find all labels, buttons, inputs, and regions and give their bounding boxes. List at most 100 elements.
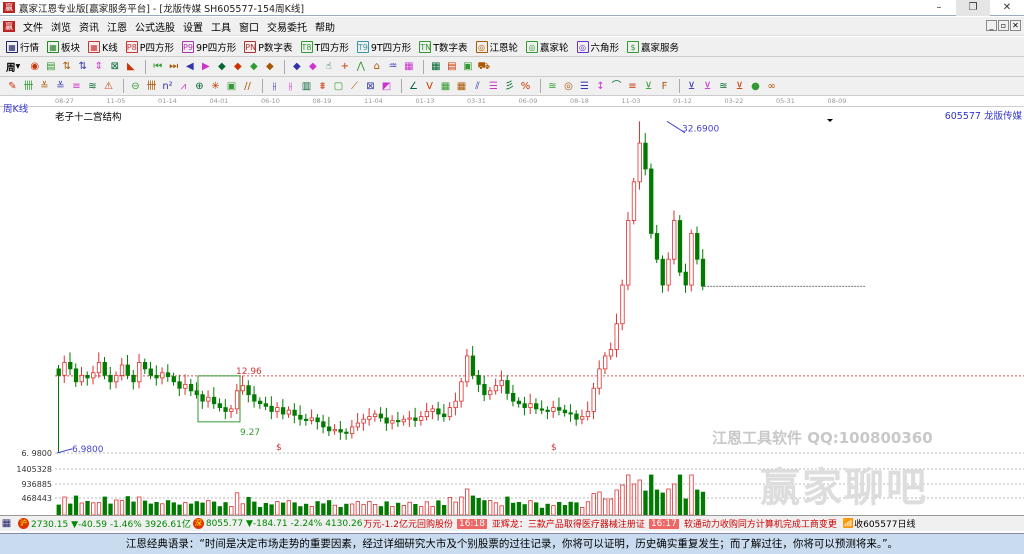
toolbar3-tool-39-icon[interactable]: ⊻: [685, 80, 698, 93]
menu-item-8[interactable]: 交易委托: [267, 23, 307, 34]
toolbar3-tool-41-icon[interactable]: ≊: [717, 80, 730, 93]
toolbar2-tool-1-icon[interactable]: ▤: [44, 60, 57, 73]
toolbar3-tool-1-icon[interactable]: 卌: [22, 80, 35, 93]
toolbar3-tool-24-icon[interactable]: V: [423, 80, 436, 93]
toolbar3-tool-11-icon[interactable]: ⊕: [193, 80, 206, 93]
toolbar3-tool-14-icon[interactable]: //: [241, 80, 254, 93]
toolbar3-tool-22-icon[interactable]: ◩: [380, 80, 393, 93]
toolbar3-tool-17-icon[interactable]: ▥: [300, 80, 313, 93]
toolbar3-tool-32-icon[interactable]: ◎: [562, 80, 575, 93]
toolbar2-tool-15-icon[interactable]: ◆: [290, 60, 303, 73]
toolbar-button-2[interactable]: ▦ K线: [88, 40, 118, 54]
toolbar3-tool-34-icon[interactable]: ↕: [594, 80, 607, 93]
toolbar3-tool-37-icon[interactable]: ⊻: [642, 80, 655, 93]
menu-item-9[interactable]: 帮助: [315, 23, 335, 34]
toolbar3-tool-35-icon[interactable]: ⌒: [610, 80, 623, 93]
toolbar2-tool-3-icon[interactable]: ⇅: [76, 60, 89, 73]
toolbar2-tool-9-icon[interactable]: ◀: [183, 60, 196, 73]
toolbar2-tool-11-icon[interactable]: ◆: [215, 60, 228, 73]
toolbar-button-12[interactable]: $ 赢家服务: [627, 40, 679, 54]
toolbar3-tool-44-icon[interactable]: ∞: [765, 80, 778, 93]
toolbar3-tool-9-icon[interactable]: n²: [161, 80, 174, 93]
toolbar3-tool-31-icon[interactable]: ≊: [546, 80, 559, 93]
toolbar-button-8[interactable]: TN T数字表: [419, 40, 468, 54]
toolbar2-tool-13-icon[interactable]: ◆: [247, 60, 260, 73]
toolbar3-tool-23-icon[interactable]: ∠: [407, 80, 420, 93]
toolbar3-tool-7-icon[interactable]: ⊖: [129, 80, 142, 93]
toolbar-button-11[interactable]: ◎ 六角形: [576, 40, 619, 54]
toolbar3-tool-42-icon[interactable]: ⊻: [733, 80, 746, 93]
toolbar3-tool-16-icon[interactable]: ⫲: [284, 80, 297, 93]
toolbar3-tool-30-icon[interactable]: %: [519, 80, 532, 93]
close-button[interactable]: ✕: [990, 0, 1024, 16]
toolbar2-tool-0-icon[interactable]: ◉: [28, 60, 41, 73]
toolbar2-tool-7-icon[interactable]: ⏮: [151, 60, 164, 73]
toolbar-button-9[interactable]: ◎ 江恩轮: [475, 40, 518, 54]
toolbar3-tool-5-icon[interactable]: ≋: [86, 80, 99, 93]
toolbar-button-1[interactable]: ▦ 板块: [47, 40, 80, 54]
news-ticker-0[interactable]: 万元-1.2亿元回购股份: [363, 517, 453, 530]
toolbar3-tool-29-icon[interactable]: 彡: [503, 80, 516, 93]
toolbar2-tool-8-icon[interactable]: ⏭: [167, 60, 180, 73]
toolbar-button-10[interactable]: ◎ 赢家轮: [526, 40, 569, 54]
news-ticker-2[interactable]: 软通动力收购同方计算机完成工商变更: [684, 517, 837, 530]
toolbar-button-5[interactable]: PN P数字表: [244, 40, 293, 54]
toolbar2-tool-4-icon[interactable]: ⇕: [92, 60, 105, 73]
toolbar3-tool-18-icon[interactable]: ⩩: [316, 80, 329, 93]
period-select[interactable]: 周 ▾: [6, 60, 20, 74]
toolbar3-tool-20-icon[interactable]: ⟋: [348, 80, 361, 93]
toolbar2-tool-16-icon[interactable]: ◆: [306, 60, 319, 73]
toolbar2-tool-12-icon[interactable]: ◆: [231, 60, 244, 73]
toolbar3-tool-2-icon[interactable]: ≚: [38, 80, 51, 93]
toolbar3-tool-8-icon[interactable]: 卌: [145, 80, 158, 93]
grid-icon[interactable]: ▦: [0, 517, 13, 530]
toolbar2-tool-20-icon[interactable]: ⌂: [370, 60, 383, 73]
toolbar2-tool-5-icon[interactable]: ⊠: [108, 60, 121, 73]
toolbar3-tool-10-icon[interactable]: ⩘: [177, 80, 190, 93]
menu-item-6[interactable]: 工具: [211, 23, 231, 34]
toolbar2-tool-17-icon[interactable]: ☝: [322, 60, 335, 73]
toolbar3-tool-15-icon[interactable]: ⫲: [268, 80, 281, 93]
menu-item-7[interactable]: 窗口: [239, 23, 259, 34]
toolbar-button-0[interactable]: ▦ 行情: [6, 40, 39, 54]
toolbar2-tool-23-icon[interactable]: ▦: [429, 60, 442, 73]
kline-chart[interactable]: 1405328 936885 468443 6. 9800 32.6900 6.9800 1…: [0, 107, 1024, 515]
toolbar2-tool-25-icon[interactable]: ▣: [461, 60, 474, 73]
toolbar-button-7[interactable]: T9 9T四方形: [356, 40, 411, 54]
toolbar2-tool-14-icon[interactable]: ◆: [263, 60, 276, 73]
menu-item-2[interactable]: 资讯: [79, 23, 99, 34]
toolbar3-tool-27-icon[interactable]: ⫽: [471, 80, 484, 93]
toolbar3-tool-25-icon[interactable]: ▦: [439, 80, 452, 93]
menu-item-1[interactable]: 浏览: [51, 23, 71, 34]
toolbar2-tool-24-icon[interactable]: ▤: [445, 60, 458, 73]
mdi-close-button[interactable]: ✕: [1010, 20, 1021, 31]
news-ticker-1[interactable]: 亚辉龙：三款产品取得医疗器械注册证: [492, 517, 645, 530]
toolbar2-tool-19-icon[interactable]: ⋀: [354, 60, 367, 73]
toolbar3-tool-19-icon[interactable]: ▢: [332, 80, 345, 93]
minimize-button[interactable]: –: [922, 0, 956, 16]
toolbar3-tool-4-icon[interactable]: ≡: [70, 80, 83, 93]
toolbar3-tool-0-icon[interactable]: ✎: [6, 80, 19, 93]
sz-index[interactable]: 8055.77 ▼-184.71 -2.24% 4130.26: [206, 519, 363, 529]
toolbar2-tool-26-icon[interactable]: ⛟: [477, 60, 491, 73]
toolbar2-tool-22-icon[interactable]: ▦: [402, 60, 415, 73]
toolbar3-tool-38-icon[interactable]: F: [658, 80, 671, 93]
maximize-button[interactable]: ❐: [956, 0, 990, 16]
toolbar2-tool-2-icon[interactable]: ⇅: [60, 60, 73, 73]
menu-item-5[interactable]: 设置: [183, 23, 203, 34]
mdi-minimize-button[interactable]: _: [986, 20, 997, 31]
toolbar3-tool-3-icon[interactable]: ≚: [54, 80, 67, 93]
menu-item-3[interactable]: 江恩: [107, 23, 127, 34]
toolbar-button-3[interactable]: P8 P四方形: [125, 40, 174, 54]
toolbar3-tool-33-icon[interactable]: ☰: [578, 80, 591, 93]
toolbar3-tool-28-icon[interactable]: ☰: [487, 80, 500, 93]
toolbar3-tool-6-icon[interactable]: ⚠: [102, 80, 115, 93]
menu-item-4[interactable]: 公式选股: [135, 23, 175, 34]
toolbar3-tool-12-icon[interactable]: ✳: [209, 80, 222, 93]
toolbar2-tool-10-icon[interactable]: ▶: [199, 60, 212, 73]
toolbar3-tool-40-icon[interactable]: ⊻: [701, 80, 714, 93]
toolbar-button-6[interactable]: T8 T四方形: [300, 40, 349, 54]
toolbar3-tool-36-icon[interactable]: ≡: [626, 80, 639, 93]
toolbar-button-4[interactable]: P9 9P四方形: [182, 40, 236, 54]
toolbar3-tool-26-icon[interactable]: ▦: [455, 80, 468, 93]
